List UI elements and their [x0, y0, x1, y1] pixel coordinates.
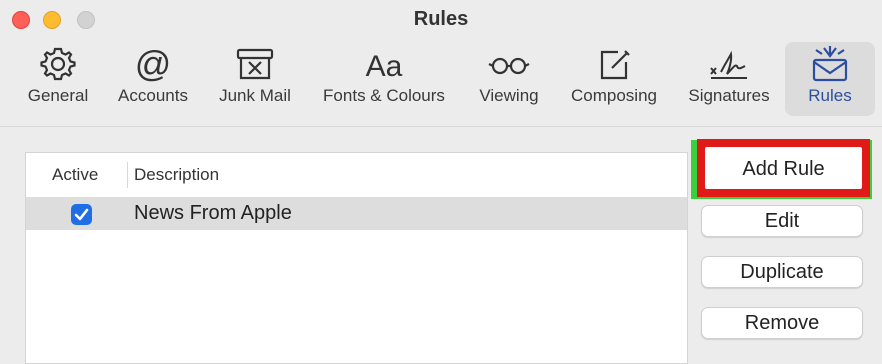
- checkmark-icon: [74, 208, 89, 221]
- tab-junk-mail-label: Junk Mail: [219, 86, 291, 105]
- tab-general-label: General: [27, 86, 89, 105]
- table-header: Active Description: [26, 153, 687, 198]
- font-icon: Aa: [366, 50, 403, 83]
- column-header-description[interactable]: Description: [134, 165, 219, 185]
- column-header-active[interactable]: Active: [52, 165, 98, 185]
- tab-composing-label: Composing: [571, 86, 657, 105]
- svg-text:Aa: Aa: [366, 50, 403, 83]
- add-rule-button[interactable]: Add Rule: [705, 152, 862, 186]
- at-sign-icon: @: [135, 44, 172, 84]
- tab-fonts-colours[interactable]: Aa Fonts & Colours: [314, 44, 454, 116]
- rules-envelope-icon: [812, 46, 848, 82]
- table-row[interactable]: News From Apple: [26, 198, 687, 230]
- tab-general[interactable]: General: [20, 44, 96, 116]
- tab-viewing-label: Viewing: [479, 86, 539, 105]
- glasses-icon: [488, 57, 530, 75]
- tab-composing[interactable]: Composing: [562, 44, 666, 116]
- compose-icon: [600, 50, 630, 80]
- gear-icon: [40, 47, 76, 81]
- preferences-toolbar: General @ Accounts Junk Mail Aa Fonts &: [0, 40, 882, 124]
- duplicate-button[interactable]: Duplicate: [701, 256, 863, 288]
- edit-button[interactable]: Edit: [701, 205, 863, 237]
- remove-button[interactable]: Remove: [701, 307, 863, 339]
- tab-junk-mail[interactable]: Junk Mail: [210, 44, 300, 116]
- preferences-window: Rules General @ Accounts Junk Mail Aa Fo…: [0, 0, 882, 364]
- tab-accounts[interactable]: @ Accounts: [110, 44, 196, 116]
- column-separator[interactable]: [127, 162, 128, 188]
- signature-icon: [710, 50, 747, 79]
- active-checkbox[interactable]: [71, 204, 92, 225]
- tab-rules-label: Rules: [808, 86, 852, 105]
- tab-signatures[interactable]: Signatures: [680, 44, 778, 116]
- window-title: Rules: [413, 8, 469, 30]
- rules-table: Active Description News From Apple: [25, 152, 688, 364]
- tab-accounts-label: Accounts: [118, 86, 188, 105]
- title-bar: Rules: [0, 0, 882, 38]
- svg-text:@: @: [135, 44, 172, 84]
- tab-signatures-label: Signatures: [688, 86, 770, 105]
- tab-rules[interactable]: Rules: [785, 42, 875, 116]
- toolbar-divider: [0, 126, 882, 127]
- tab-viewing[interactable]: Viewing: [470, 44, 548, 116]
- tab-fonts-colours-label: Fonts & Colours: [323, 86, 445, 105]
- rule-description: News From Apple: [134, 202, 292, 224]
- junk-bin-icon: [236, 48, 274, 80]
